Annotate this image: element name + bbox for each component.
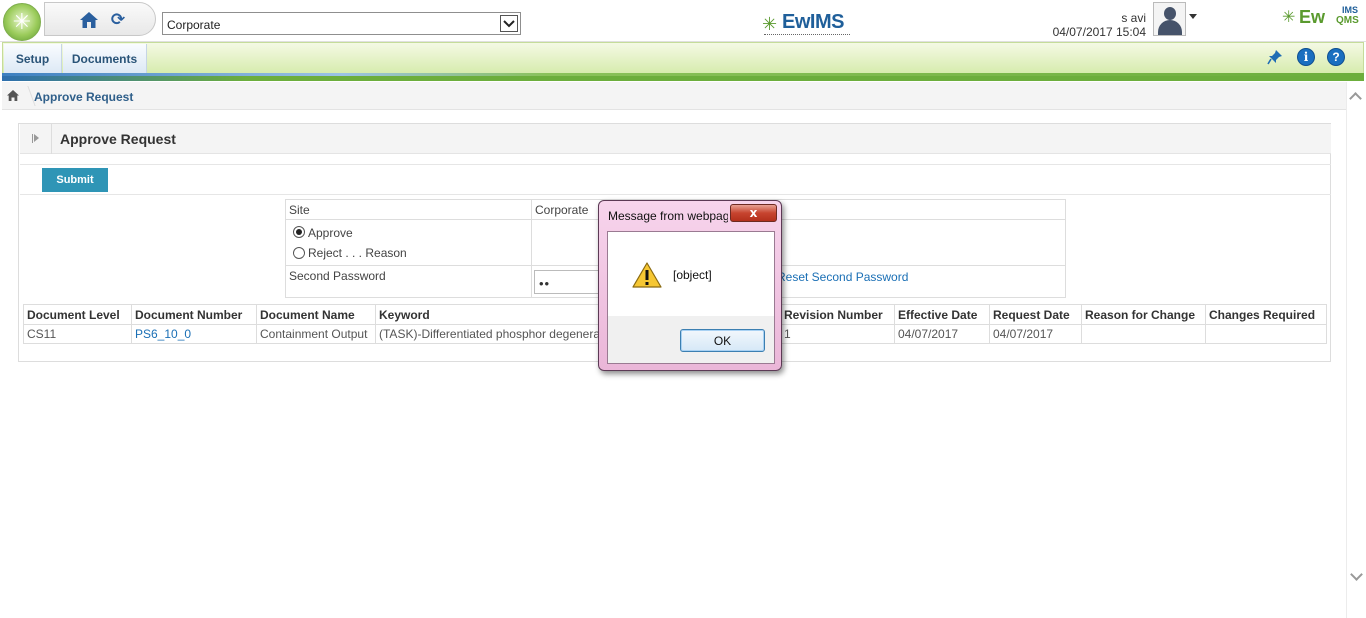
info-icon[interactable]: i <box>1297 48 1315 66</box>
site-label-cell: Site <box>286 200 532 220</box>
reject-radio[interactable] <box>293 247 305 259</box>
cell-document-level: CS11 <box>24 325 132 344</box>
approve-label[interactable]: Approve <box>308 226 353 240</box>
avatar-head <box>1164 7 1176 20</box>
current-datetime: 04/07/2017 15:04 <box>1052 25 1146 39</box>
col-changes-required: Changes Required <box>1206 305 1326 325</box>
dialog-message: [object] <box>673 268 712 282</box>
cell-document-number-link[interactable]: PS6_10_0 <box>132 325 257 344</box>
main-menu-bar: Setup Documents <box>2 42 1364 73</box>
ewqms-logo-ims: IMS <box>1342 5 1359 15</box>
submit-button[interactable]: Submit <box>42 168 108 192</box>
decision-cell: Approve Reject . . . Reason <box>286 220 532 266</box>
col-request-date: Request Date <box>990 305 1082 325</box>
cell-effective-date: 04/07/2017 <box>895 325 990 344</box>
password-label-cell: Second Password <box>286 266 532 297</box>
site-dropdown[interactable]: Corporate <box>162 12 521 35</box>
toggle-bar-icon <box>32 134 33 143</box>
dialog-body: [object] OK <box>607 231 775 364</box>
reject-label[interactable]: Reject . . . Reason <box>308 246 407 260</box>
pin-icon[interactable] <box>1266 48 1284 66</box>
breadcrumb-current[interactable]: Approve Request <box>34 90 133 104</box>
scroll-down-icon[interactable] <box>1350 568 1363 581</box>
panel-collapse-toggle[interactable] <box>20 124 52 154</box>
message-dialog: Message from webpage x [object] OK <box>598 200 782 371</box>
site-value: Corporate <box>535 203 589 217</box>
cell-document-name: Containment Output <box>257 325 376 344</box>
second-password-label: Second Password <box>289 269 386 283</box>
menu-bar-stripe <box>2 73 1364 81</box>
vertical-scrollbar[interactable] <box>1346 82 1366 618</box>
approve-radio[interactable] <box>293 226 305 238</box>
user-avatar[interactable] <box>1153 2 1186 36</box>
ewqms-logo-qms: QMS <box>1336 15 1359 26</box>
user-name: s avi <box>1121 11 1146 25</box>
breadcrumb-home-icon[interactable] <box>6 89 20 102</box>
breadcrumb: Approve Request <box>2 82 1346 110</box>
col-document-name: Document Name <box>257 305 376 325</box>
ewims-logo-text: EwIMS <box>782 11 844 33</box>
cell-reason-for-change <box>1082 325 1206 344</box>
reset-second-password-link[interactable]: Reset Second Password <box>777 270 908 284</box>
cell-changes-required <box>1206 325 1326 344</box>
ewqms-logo: ✳ Ew IMS QMS <box>1282 5 1362 33</box>
menu-bar-stripe-accent <box>2 73 1364 76</box>
site-label: Site <box>289 203 310 217</box>
panel-title: Approve Request <box>60 131 176 147</box>
ewims-logo: ✳ EwIMS <box>762 11 852 39</box>
scroll-up-icon[interactable] <box>1349 92 1362 105</box>
refresh-icon[interactable]: ⟳ <box>108 10 128 30</box>
help-icon[interactable]: ? <box>1327 48 1345 66</box>
user-menu-caret-icon[interactable] <box>1189 14 1197 19</box>
ewqms-sun-icon: ✳ <box>1282 7 1296 26</box>
ok-button[interactable]: OK <box>680 329 765 352</box>
dialog-title: Message from webpage <box>608 209 728 223</box>
cell-revision-number: 1 <box>781 325 895 344</box>
menu-tab-documents[interactable]: Documents <box>63 44 147 73</box>
panel-header: Approve Request <box>20 124 1331 154</box>
col-revision-number: Revision Number <box>781 305 895 325</box>
home-icon[interactable] <box>79 10 99 30</box>
avatar-body <box>1158 20 1182 35</box>
top-header: ✳ ⟳ Corporate ✳ EwIMS s avi 04/07/2017 1… <box>0 0 1366 42</box>
expand-arrow-icon <box>34 134 39 142</box>
col-effective-date: Effective Date <box>895 305 990 325</box>
panel-toolbar: Submit <box>20 164 1331 195</box>
site-dropdown-value: Corporate <box>167 18 221 32</box>
chevron-down-icon[interactable] <box>500 15 518 32</box>
cell-request-date: 04/07/2017 <box>990 325 1082 344</box>
dialog-close-button[interactable]: x <box>730 204 777 222</box>
logo-tagline-divider <box>764 34 850 37</box>
ewqms-logo-ew: Ew <box>1299 7 1326 27</box>
dialog-content: [object] <box>608 232 774 316</box>
warning-icon <box>632 262 662 288</box>
col-document-level: Document Level <box>24 305 132 325</box>
nav-buttons-group <box>44 2 156 36</box>
col-reason-for-change: Reason for Change <box>1082 305 1206 325</box>
app-logo-icon[interactable]: ✳ <box>3 3 41 41</box>
menu-tab-setup[interactable]: Setup <box>4 44 62 73</box>
col-document-number: Document Number <box>132 305 257 325</box>
ewims-sun-icon: ✳ <box>762 14 778 35</box>
